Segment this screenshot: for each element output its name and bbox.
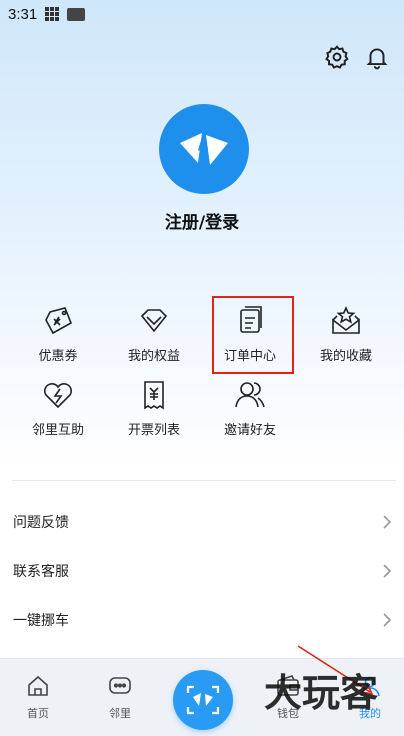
services-grid: 优惠券 我的权益 订单中心 我的收藏 邻里互助 开票列表 邀请好友	[10, 304, 394, 438]
coupon-icon	[45, 307, 73, 335]
chevron-right-icon	[383, 514, 392, 529]
list-item-label: 问题反馈	[13, 514, 69, 531]
list-item-move-car[interactable]: 一键挪车	[0, 595, 404, 644]
status-bar: 3:31	[0, 0, 404, 28]
list-item-customer-service[interactable]: 联系客服	[0, 546, 404, 595]
chat-icon	[109, 677, 131, 694]
service-label: 我的收藏	[319, 349, 372, 364]
logo-icon	[180, 133, 228, 165]
service-invoice-list[interactable]: 开票列表	[106, 378, 202, 438]
service-benefits[interactable]: 我的权益	[106, 304, 202, 364]
tab-label: 钱包	[277, 707, 299, 720]
service-favorites[interactable]: 我的收藏	[298, 304, 394, 364]
tab-home[interactable]: 首页	[8, 673, 68, 721]
header-actions	[324, 44, 390, 70]
service-label: 开票列表	[127, 423, 180, 438]
notification-badge-icon	[67, 7, 86, 21]
grid-icon	[45, 7, 60, 21]
tab-wallet[interactable]: 钱包	[258, 673, 318, 721]
service-label: 邀请好友	[223, 423, 276, 438]
list-item-label: 一键挪车	[13, 612, 69, 629]
tab-label: 我的	[359, 707, 381, 720]
chevron-right-icon	[383, 563, 392, 578]
bell-icon[interactable]	[364, 44, 390, 70]
wallet-icon	[277, 675, 299, 696]
service-label: 邻里互助	[31, 423, 84, 438]
service-label: 优惠券	[38, 349, 78, 364]
scan-icon	[186, 685, 220, 715]
home-icon	[28, 675, 48, 696]
login-register-link[interactable]: 注册/登录	[0, 208, 404, 233]
tab-label: 邻里	[109, 707, 131, 720]
settings-list: 问题反馈 联系客服 一键挪车	[0, 497, 404, 644]
invite-friend-icon	[235, 382, 265, 408]
section-divider	[12, 480, 396, 481]
invoice-icon	[144, 381, 164, 410]
tab-profile[interactable]: 我的	[340, 673, 400, 721]
heart-help-icon	[43, 383, 73, 409]
profile-icon	[360, 676, 380, 697]
status-time: 3:31	[8, 5, 38, 23]
service-invite-friends[interactable]: 邀请好友	[202, 378, 298, 438]
list-item-feedback[interactable]: 问题反馈	[0, 497, 404, 546]
service-coupon[interactable]: 优惠券	[10, 304, 106, 364]
scan-button[interactable]	[173, 670, 233, 730]
service-neighbor-help[interactable]: 邻里互助	[10, 378, 106, 438]
tab-label: 首页	[27, 707, 49, 720]
list-item-label: 联系客服	[13, 563, 69, 580]
service-label: 我的权益	[127, 349, 180, 364]
tab-neighbors[interactable]: 邻里	[90, 673, 150, 721]
chevron-right-icon	[383, 612, 392, 627]
favorites-icon	[332, 306, 360, 334]
avatar[interactable]	[159, 104, 249, 194]
gear-icon[interactable]	[324, 44, 350, 70]
diamond-icon	[140, 309, 168, 333]
highlight-box-order-center	[212, 296, 294, 374]
